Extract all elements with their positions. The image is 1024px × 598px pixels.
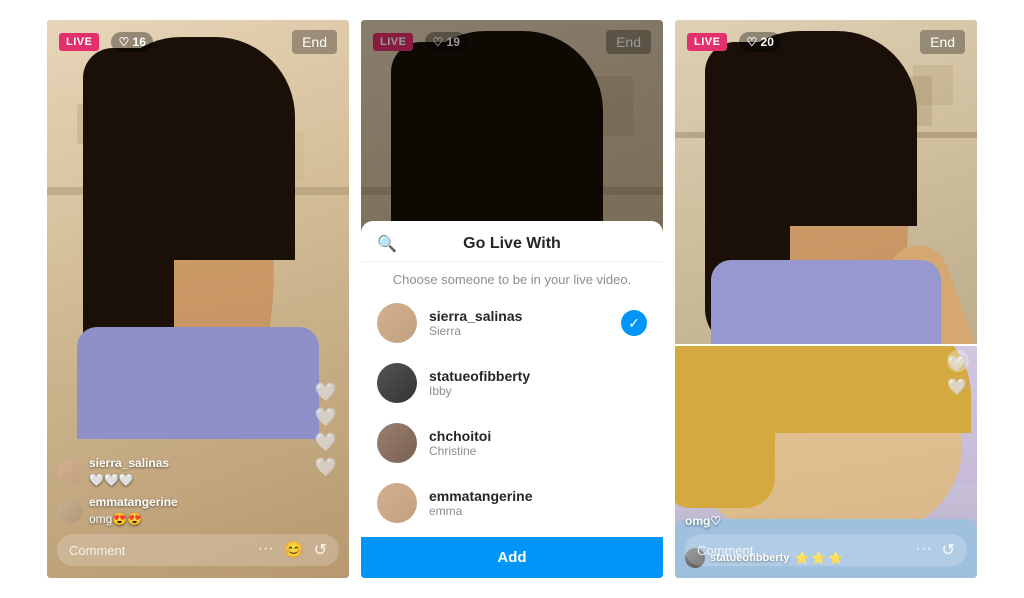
- user-name-1: Ibby: [429, 384, 647, 398]
- user-avatar-1: [377, 363, 417, 403]
- guest-heart-1: 🤍: [947, 354, 967, 374]
- chat-area-3: omg♡ Comment ··· ↺: [675, 502, 977, 578]
- end-button-1[interactable]: End: [292, 30, 337, 54]
- omg-label: omg♡: [685, 514, 721, 528]
- comment-icons-3: ··· ↺: [916, 540, 955, 560]
- user-name-2: Christine: [429, 444, 647, 458]
- modal-subtitle: Choose someone to be in your live video.: [361, 262, 663, 293]
- user-info-0: sierra_salinas Sierra: [429, 308, 609, 338]
- live-badge-1: LIVE: [59, 33, 99, 51]
- comment-bar-3[interactable]: Comment ··· ↺: [685, 534, 967, 566]
- user-avatar-2: [377, 423, 417, 463]
- end-button-3[interactable]: End: [920, 30, 965, 54]
- chat-msg-2: omg😍😍: [89, 512, 142, 526]
- user-handle-0: sierra_salinas: [429, 308, 609, 324]
- heart-4: 🤍: [315, 457, 337, 478]
- user-list: sierra_salinas Sierra ✓ statueofibberty …: [361, 293, 663, 533]
- guest-heart-2: 🤍: [947, 377, 967, 397]
- top-bar-3: LIVE ♡ 20 End: [675, 20, 977, 64]
- split-divider: [675, 344, 977, 346]
- screen3: ✕ statueofibberty ⭐ ⭐ ⭐ 🤍 🤍 LIVE ♡: [675, 20, 977, 578]
- more-icon-3[interactable]: ···: [916, 540, 932, 560]
- modal-title: Go Live With: [463, 235, 561, 253]
- chat-username-2: emmatangerine: [89, 494, 178, 511]
- top-bar-left-3: LIVE ♡ 20: [687, 32, 781, 52]
- user-item-0[interactable]: sierra_salinas Sierra ✓: [361, 293, 663, 353]
- chat-message-1: sierra_salinas 🤍🤍🤍: [57, 455, 339, 489]
- screen2: LIVE ♡ 19 End 🔍 Go Live With Choose some…: [361, 20, 663, 578]
- heart-1: 🤍: [315, 382, 337, 403]
- user-item-1[interactable]: statueofibberty Ibby: [361, 353, 663, 413]
- check-badge-0: ✓: [621, 310, 647, 336]
- comment-placeholder-3: Comment: [697, 543, 916, 558]
- heart-3: 🤍: [315, 432, 337, 453]
- search-icon[interactable]: 🔍: [377, 234, 397, 254]
- share-icon-3[interactable]: ↺: [942, 540, 955, 560]
- chat-avatar-2: [57, 498, 83, 524]
- viewer-count-3: ♡ 20: [739, 32, 780, 52]
- emoji-icon-1[interactable]: 😊: [284, 540, 304, 560]
- heart-2: 🤍: [315, 407, 337, 428]
- add-button[interactable]: Add: [361, 537, 663, 578]
- modal-overlay: 🔍 Go Live With Choose someone to be in y…: [361, 20, 663, 578]
- comment-placeholder-1: Comment: [69, 543, 258, 558]
- user-handle-3: emmatangerine: [429, 488, 647, 504]
- chat-text-1: sierra_salinas 🤍🤍🤍: [89, 455, 169, 489]
- top-bar-left-1: LIVE ♡ 16: [59, 32, 153, 52]
- modal-sheet: 🔍 Go Live With Choose someone to be in y…: [361, 221, 663, 578]
- chat-avatar-1: [57, 459, 83, 485]
- comment-bar-1[interactable]: Comment ··· 😊 ↺: [57, 534, 339, 566]
- top-bar-1: LIVE ♡ 16 End: [47, 20, 349, 64]
- chat-message-2: emmatangerine omg😍😍: [57, 494, 339, 528]
- chat-area-1: 🤍 🤍 🤍 🤍 sierra_salinas 🤍🤍🤍: [47, 445, 349, 578]
- chat-msg-1: 🤍🤍🤍: [89, 473, 134, 487]
- user-avatar-0: [377, 303, 417, 343]
- user-info-1: statueofibberty Ibby: [429, 368, 647, 398]
- floating-hearts-1: 🤍 🤍 🤍 🤍: [315, 382, 337, 478]
- viewer-count-1: ♡ 16: [111, 32, 152, 52]
- user-handle-2: chchoitoi: [429, 428, 647, 444]
- chat-username-1: sierra_salinas: [89, 455, 169, 472]
- screenshots-container: LIVE ♡ 16 End 🤍 🤍 🤍 🤍 sierra_salinas 🤍�: [0, 0, 1024, 598]
- user-name-3: emma: [429, 504, 647, 518]
- comment-icons-1: ··· 😊 ↺: [258, 540, 327, 560]
- more-icon-1[interactable]: ···: [258, 540, 274, 560]
- user-info-2: chchoitoi Christine: [429, 428, 647, 458]
- modal-header: 🔍 Go Live With: [361, 221, 663, 262]
- chat-text-2: emmatangerine omg😍😍: [89, 494, 178, 528]
- user-item-3[interactable]: emmatangerine emma: [361, 473, 663, 533]
- user-info-3: emmatangerine emma: [429, 488, 647, 518]
- live-badge-3: LIVE: [687, 33, 727, 51]
- user-item-2[interactable]: chchoitoi Christine: [361, 413, 663, 473]
- screen1: LIVE ♡ 16 End 🤍 🤍 🤍 🤍 sierra_salinas 🤍�: [47, 20, 349, 578]
- share-icon-1[interactable]: ↺: [314, 540, 327, 560]
- omg-text: omg♡: [685, 512, 967, 530]
- user-avatar-3: [377, 483, 417, 523]
- user-name-0: Sierra: [429, 324, 609, 338]
- user-handle-1: statueofibberty: [429, 368, 647, 384]
